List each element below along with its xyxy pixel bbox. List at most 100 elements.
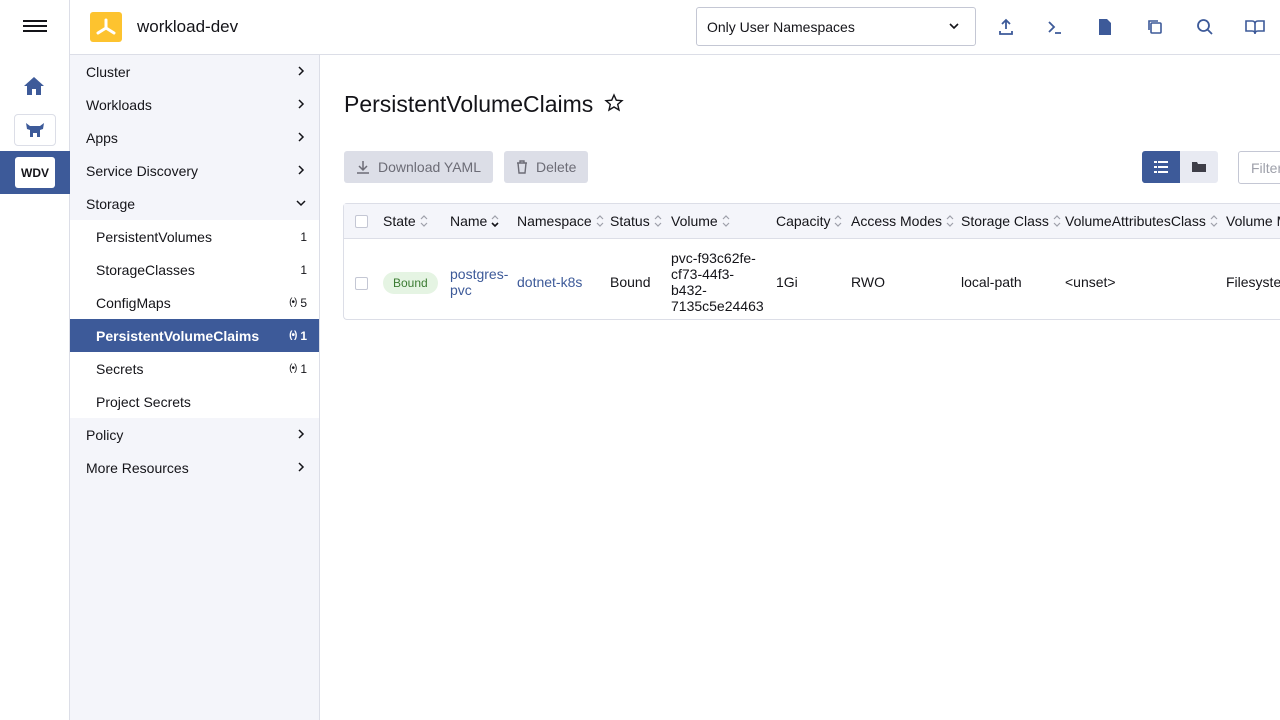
download-icon (357, 161, 369, 174)
nav-item-secrets[interactable]: Secrets (•) 1 (70, 352, 319, 385)
search-icon[interactable] (1193, 15, 1217, 39)
storage-class-text: local-path (961, 274, 1022, 290)
column-label: VolumeAttributesClass (1065, 213, 1206, 229)
chevron-right-icon (298, 429, 305, 439)
column-access-modes[interactable]: Access Modes (851, 213, 955, 229)
column-volume-mode[interactable]: Volume M (1226, 213, 1280, 229)
count-badge: 1 (300, 229, 307, 244)
chevron-right-icon (298, 165, 305, 175)
nav-group-policy[interactable]: Policy (70, 418, 319, 451)
column-label: Status (610, 213, 650, 229)
cluster-explorer-icon[interactable] (14, 114, 56, 146)
nav-item-label: ConfigMaps (96, 294, 171, 311)
kubectl-shell-icon[interactable] (1043, 15, 1067, 39)
view-toggle (1142, 151, 1218, 183)
table-header: State Name Namespace Status Volume Capac… (344, 204, 1280, 239)
namespace-select[interactable]: Only User Namespaces (696, 7, 976, 46)
pvc-name-link[interactable]: postgres- pvc (450, 266, 508, 298)
sort-icon (420, 215, 428, 227)
select-all-checkbox[interactable] (355, 215, 368, 228)
column-capacity[interactable]: Capacity (776, 213, 843, 229)
pvc-name-line: postgres- (450, 266, 509, 282)
column-label: Name (450, 213, 488, 229)
sort-icon (1053, 215, 1061, 227)
namespaced-icon: (•) (289, 330, 297, 341)
volume-line: b432- (671, 282, 707, 298)
nav-group-label: Service Discovery (86, 162, 199, 179)
column-volumeattributesclass[interactable]: VolumeAttributesClass (1065, 213, 1219, 229)
column-volume[interactable]: Volume (671, 213, 731, 229)
nav-group-label: Workloads (86, 96, 152, 113)
state-badge: Bound (383, 272, 438, 294)
nav-item-label: Secrets (96, 360, 144, 377)
nav-group-cluster[interactable]: Cluster (70, 55, 319, 88)
nav-item-configmaps[interactable]: ConfigMaps (•) 5 (70, 286, 319, 319)
delete-button[interactable]: Delete (504, 151, 589, 183)
volume-text: pvc-f93c62fe- cf73-44f3- b432- 7135c5e24… (671, 250, 764, 314)
namespaced-icon: (•) (289, 363, 297, 374)
sort-icon (1210, 215, 1218, 227)
volume-line: 7135c5e24463 (671, 298, 764, 314)
column-status[interactable]: Status (610, 213, 663, 229)
namespace-link[interactable]: dotnet-k8s (517, 274, 582, 290)
nav-item-label: PersistentVolumeClaims (96, 327, 260, 344)
main-content: PersistentVolumeClaims Download YAML Del… (320, 55, 1280, 720)
column-label: State (383, 213, 416, 229)
cluster-badge[interactable]: WDV (15, 157, 55, 188)
column-label: Access Modes (851, 213, 943, 229)
sort-icon (491, 215, 499, 228)
nav-item-label: Project Secrets (96, 393, 191, 410)
row-checkbox[interactable] (355, 277, 368, 290)
count-badge: 1 (300, 361, 307, 376)
docs-book-icon[interactable] (1243, 15, 1267, 39)
capacity-text: 1Gi (776, 274, 798, 290)
copy-kubeconfig-icon[interactable] (1143, 15, 1167, 39)
pvc-name-line: pvc (450, 282, 472, 298)
nav-item-storageclasses[interactable]: StorageClasses 1 (70, 253, 319, 286)
nav-group-apps[interactable]: Apps (70, 121, 319, 154)
list-view-icon[interactable] (1142, 151, 1180, 183)
namespace-select-value: Only User Namespaces (707, 18, 855, 35)
delete-label: Delete (536, 159, 577, 175)
folder-view-icon[interactable] (1180, 151, 1218, 183)
trash-icon (517, 160, 527, 174)
sort-icon (596, 215, 604, 227)
column-label: Storage Class (961, 213, 1049, 229)
nav-group-workloads[interactable]: Workloads (70, 88, 319, 121)
nav-item-project-secrets[interactable]: Project Secrets (70, 385, 319, 418)
column-label: Capacity (776, 213, 831, 229)
filter-input[interactable]: Filter (1238, 151, 1280, 184)
namespaced-icon: (•) (289, 297, 297, 308)
count-badge: 5 (300, 295, 307, 310)
column-label: Namespace (517, 213, 592, 229)
download-yaml-button[interactable]: Download YAML (344, 151, 493, 183)
volume-line: pvc-f93c62fe- (671, 250, 756, 266)
chevron-down-icon (296, 200, 306, 207)
count-badge: 1 (300, 262, 307, 277)
count-badge: 1 (300, 328, 307, 343)
hamburger-menu-icon[interactable] (23, 17, 47, 37)
download-yaml-label: Download YAML (378, 159, 481, 175)
column-state[interactable]: State (383, 213, 429, 229)
nav-item-persistentvolumes[interactable]: PersistentVolumes 1 (70, 220, 319, 253)
volume-attributes-class-text: <unset> (1065, 274, 1116, 290)
sort-icon (835, 215, 842, 227)
import-yaml-icon[interactable] (994, 15, 1018, 39)
download-kubeconfig-icon[interactable] (1093, 15, 1117, 39)
home-icon[interactable] (23, 76, 47, 98)
filter-placeholder: Filter (1251, 159, 1280, 176)
chevron-right-icon (298, 66, 305, 76)
favorite-star-icon[interactable] (604, 93, 624, 113)
nav-item-persistentvolumeclaims[interactable]: PersistentVolumeClaims (•) 1 (70, 319, 319, 352)
column-name[interactable]: Name (450, 213, 500, 229)
nav-group-more-resources[interactable]: More Resources (70, 451, 319, 484)
nav-group-service-discovery[interactable]: Service Discovery (70, 154, 319, 187)
nav-group-storage[interactable]: Storage (70, 187, 319, 220)
column-namespace[interactable]: Namespace (517, 213, 605, 229)
nav-item-label: PersistentVolumes (96, 228, 212, 245)
nav-item-label: StorageClasses (96, 261, 195, 278)
column-storage-class[interactable]: Storage Class (961, 213, 1062, 229)
column-label: Volume (671, 213, 718, 229)
volume-line: cf73-44f3- (671, 266, 735, 282)
nav-group-label: Policy (86, 426, 124, 443)
